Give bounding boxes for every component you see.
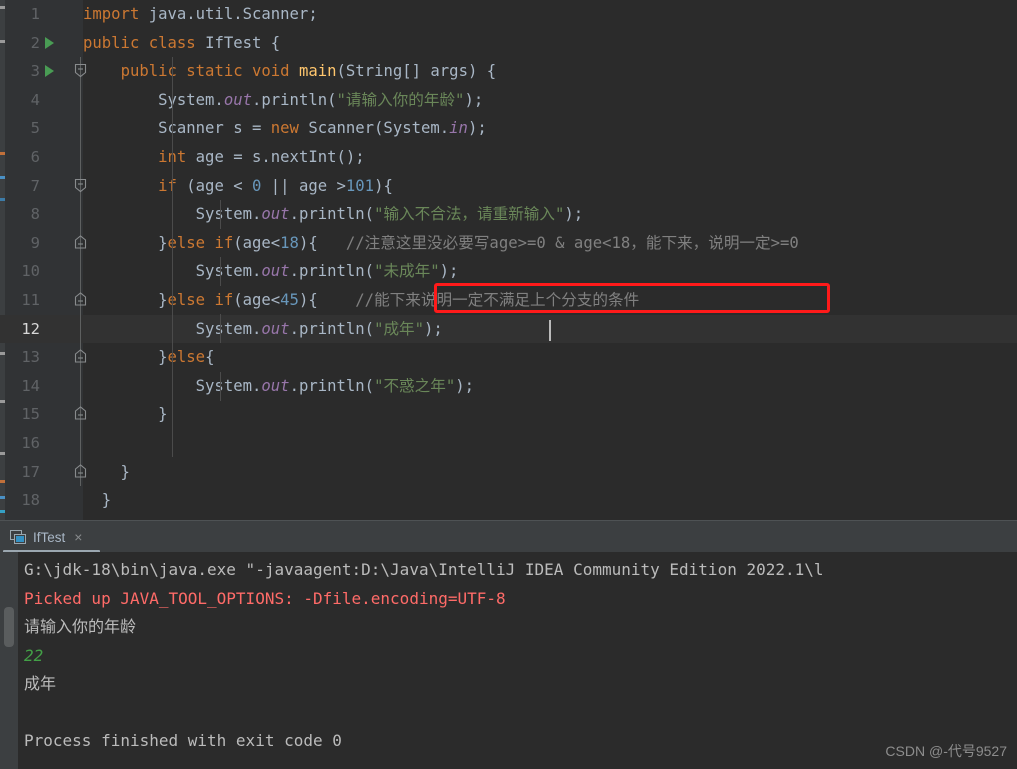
console-line: 22	[24, 645, 44, 665]
text-caret	[549, 320, 551, 341]
indent-guide	[220, 314, 221, 343]
code-line-text: System.out.println("成年");	[195, 319, 443, 338]
code-line-text: int age = s.nextInt();	[158, 148, 365, 166]
console-icon	[10, 529, 26, 545]
code-line[interactable]: 6 int age = s.nextInt();	[0, 143, 1017, 172]
code-line[interactable]: 17 }	[0, 457, 1017, 487]
console-output[interactable]: G:\jdk-18\bin\java.exe "-javaagent:D:\Ja…	[18, 552, 1017, 769]
code-line[interactable]: 9 }else if(age<18){ //注意这里没必要写age>=0 & a…	[0, 228, 1017, 258]
code-line[interactable]: 14 System.out.println("不惑之年");	[0, 371, 1017, 401]
line-number: 1	[30, 5, 40, 23]
line-number: 18	[21, 491, 40, 510]
intellij-idea-window: 1 import java.util.Scanner; 2 public class …	[0, 0, 1017, 769]
code-line[interactable]: 10 System.out.println("未成年");	[0, 257, 1017, 286]
indent-guide	[220, 257, 221, 286]
code-line[interactable]: 1 import java.util.Scanner;	[0, 0, 1017, 29]
code-line-text: Scanner s = new Scanner(System.in);	[83, 119, 487, 138]
code-line[interactable]: 18 }	[0, 486, 1017, 515]
code-line-text: }else{	[83, 348, 215, 367]
console-side-toolbar[interactable]	[0, 552, 18, 769]
code-line-text: public static void main(String[] args) {	[120, 62, 497, 81]
indent-guide	[220, 200, 221, 229]
line-number: 16	[21, 434, 40, 452]
fold-region-line	[80, 429, 81, 458]
fold-region-line	[80, 143, 81, 172]
code-line[interactable]: 7 if (age < 0 || age >101){	[0, 171, 1017, 201]
line-number: 8	[30, 205, 40, 224]
fold-region-line	[80, 200, 81, 229]
scrollbar-thumb[interactable]	[4, 607, 14, 647]
code-line-text: System.out.println("输入不合法，请重新输入");	[195, 205, 584, 224]
fold-region-line	[80, 114, 81, 143]
line-number: 13	[21, 348, 40, 367]
code-line-text: }	[83, 491, 112, 510]
code-line-text: System.out.println("不惑之年");	[195, 376, 474, 395]
line-number: 17	[21, 462, 40, 481]
line-number: 4	[30, 90, 40, 109]
close-icon[interactable]: ×	[74, 530, 82, 544]
run-tab-label: IfTest	[33, 529, 66, 545]
line-number: 7	[30, 176, 40, 195]
code-line-text: System.out.println("未成年");	[195, 262, 459, 281]
code-line[interactable]: 4 System.out.println("请输入你的年龄");	[0, 85, 1017, 115]
line-number: 3	[30, 62, 40, 81]
fold-region-line	[80, 371, 81, 401]
code-line[interactable]: 15 }	[0, 400, 1017, 429]
line-number: 2	[30, 33, 40, 52]
code-line[interactable]: 11 }else if(age<45){ //能下来说明一定不满足上个分支的条件	[0, 286, 1017, 315]
code-line-text: }	[83, 405, 168, 424]
code-line[interactable]: 2 public class IfTest {	[0, 29, 1017, 58]
run-gutter-icon[interactable]	[45, 36, 54, 49]
line-number: 5	[30, 119, 40, 138]
code-line-text: if (age < 0 || age >101){	[158, 176, 393, 195]
code-line[interactable]: 3 public static void main(String[] args)…	[0, 57, 1017, 86]
code-line[interactable]: 12 System.out.println("成年");	[0, 314, 1017, 344]
code-line[interactable]: 16	[0, 429, 1017, 458]
console-line: 请输入你的年龄	[24, 617, 137, 636]
code-line-text: }else if(age<45){ //能下来说明一定不满足上个分支的条件	[83, 291, 640, 309]
console-line: Picked up JAVA_TOOL_OPTIONS: -Dfile.enco…	[24, 588, 506, 608]
code-line-text: }else if(age<18){ //注意这里没必要写age>=0 & age…	[83, 233, 799, 252]
console-line: Process finished with exit code 0	[24, 731, 342, 750]
csdn-watermark: CSDN @-代号9527	[885, 743, 1007, 759]
fold-region-line	[80, 314, 81, 344]
line-number: 12	[21, 319, 40, 338]
console-line: 成年	[24, 674, 57, 693]
run-gutter-icon[interactable]	[45, 65, 54, 78]
run-tool-window: IfTest × G:\jdk-18\bin\java.exe "-javaag…	[0, 520, 1017, 769]
code-line[interactable]: 5 Scanner s = new Scanner(System.in);	[0, 114, 1017, 143]
code-line-text: }	[83, 462, 130, 481]
line-number: 11	[21, 291, 40, 309]
code-line-text: System.out.println("请输入你的年龄");	[83, 90, 484, 109]
code-line[interactable]: 8 System.out.println("输入不合法，请重新输入");	[0, 200, 1017, 229]
run-tab-iftest[interactable]: IfTest ×	[6, 523, 88, 551]
console-line: G:\jdk-18\bin\java.exe "-javaagent:D:\Ja…	[24, 560, 824, 579]
line-number: 14	[21, 376, 40, 395]
indent-guide	[220, 372, 221, 401]
code-line[interactable]: 13 }else{	[0, 343, 1017, 372]
fold-region-line	[80, 257, 81, 286]
fold-region-line	[80, 85, 81, 115]
line-number: 6	[30, 148, 40, 166]
code-line-text: import java.util.Scanner;	[83, 5, 318, 23]
run-tab-bar: IfTest ×	[0, 520, 1017, 553]
code-line-text: public class IfTest {	[83, 33, 281, 52]
indent-guide	[172, 57, 173, 457]
line-number: 9	[30, 233, 40, 252]
line-number: 10	[21, 262, 40, 281]
line-number: 15	[21, 405, 40, 424]
code-editor[interactable]: 1 import java.util.Scanner; 2 public class …	[0, 0, 1017, 520]
